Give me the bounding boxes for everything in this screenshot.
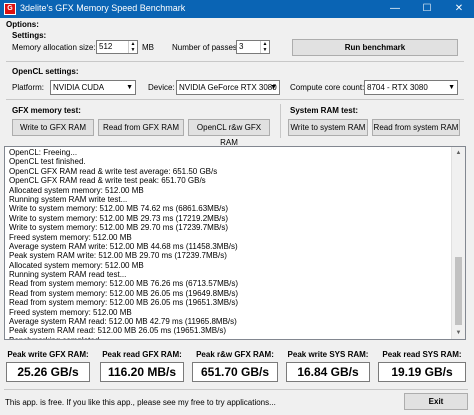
options-header: Options: — [6, 20, 39, 29]
log-line: Read from system memory: 512.00 MB 76.26… — [9, 279, 238, 289]
log-line: Allocated system memory: 512.00 MB — [9, 185, 144, 195]
peak-read-gfx-value: 116.20 MB/s — [100, 362, 184, 382]
log-line: Freed system memory: 512.00 MB — [9, 307, 132, 317]
divider — [6, 99, 464, 100]
opencl-rw-gfx-ram-button[interactable]: OpenCL r&w GFX RAM — [188, 119, 270, 147]
log-line: OpenCL GFX RAM read & write test average… — [9, 166, 218, 176]
log-line: Running system RAM write test... — [9, 194, 128, 204]
passes-label: Number of passes: — [172, 43, 240, 52]
exit-button[interactable]: Exit — [404, 393, 468, 410]
platform-label: Platform: — [12, 83, 45, 92]
log-line: Write to system memory: 512.00 MB 29.70 … — [9, 223, 229, 233]
compute-value: 8704 - RTX 3080 — [367, 83, 428, 92]
minimize-button[interactable]: — — [380, 0, 410, 18]
log-line: Average system RAM write: 512.00 MB 44.6… — [9, 241, 238, 251]
close-button[interactable]: ✕ — [444, 0, 474, 18]
log-lines: OpenCL: Freeing... OpenCL test finished. O… — [9, 148, 449, 339]
log-line: Average system RAM read: 512.00 MB 42.79… — [9, 317, 237, 327]
title-bar: G 3delite's GFX Memory Speed Benchmark —… — [0, 0, 474, 18]
alloc-spinner-icon[interactable]: ▲ ▼ — [128, 41, 137, 53]
compute-select[interactable]: 8704 - RTX 3080 ▼ — [364, 80, 458, 95]
read-system-ram-button[interactable]: Read from system RAM — [372, 119, 460, 136]
divider — [4, 389, 468, 390]
chevron-down-icon: ▼ — [270, 84, 277, 91]
passes-value: 3 — [239, 42, 244, 51]
divider — [6, 61, 464, 62]
peak-write-sys-value: 16.84 GB/s — [286, 362, 370, 382]
peak-rw-gfx-value: 651.70 GB/s — [192, 362, 278, 382]
write-gfx-ram-button[interactable]: Write to GFX RAM — [12, 119, 94, 136]
log-output[interactable]: OpenCL: Freeing... OpenCL test finished. O… — [4, 146, 466, 340]
platform-value: NVIDIA CUDA — [53, 83, 105, 92]
alloc-size-value: 512 — [99, 42, 113, 51]
alloc-label: Memory allocation size: — [12, 43, 96, 52]
read-gfx-ram-button[interactable]: Read from GFX RAM — [98, 119, 184, 136]
log-line: OpenCL GFX RAM read & write test peak: 6… — [9, 176, 206, 186]
scroll-down-icon[interactable]: ▼ — [452, 327, 465, 339]
settings-header: Settings: — [12, 31, 47, 40]
alloc-size-input[interactable]: 512 ▲ ▼ — [96, 40, 138, 54]
log-line: OpenCL: Freeing... — [9, 148, 78, 157]
log-line: Write to system memory: 512.00 MB 74.62 … — [9, 204, 229, 214]
peak-write-gfx-value: 25.26 GB/s — [6, 362, 90, 382]
log-line: Allocated system memory: 512.00 MB — [9, 260, 144, 270]
log-line: Read from system memory: 512.00 MB 26.05… — [9, 298, 238, 308]
app-icon: G — [4, 3, 16, 15]
log-line: Read from system memory: 512.00 MB 26.05… — [9, 288, 238, 298]
log-scrollbar[interactable]: ▲ ▼ — [451, 147, 465, 339]
alloc-unit: MB — [142, 43, 154, 52]
passes-spinner-icon[interactable]: ▲ ▼ — [260, 41, 269, 53]
compute-label: Compute core count: — [290, 83, 365, 92]
write-system-ram-button[interactable]: Write to system RAM — [288, 119, 368, 136]
log-line: Peak system RAM write: 512.00 MB 29.70 m… — [9, 251, 227, 261]
divider — [280, 104, 281, 138]
peak-rw-gfx-label: Peak r&w GFX RAM: — [196, 350, 274, 359]
log-line: Freed system memory: 512.00 MB — [9, 232, 132, 242]
maximize-button[interactable]: ☐ — [412, 0, 442, 18]
passes-input[interactable]: 3 ▲ ▼ — [236, 40, 270, 54]
scroll-thumb[interactable] — [455, 257, 462, 325]
run-benchmark-button[interactable]: Run benchmark — [292, 39, 458, 56]
log-line: Benchmarking completed. — [9, 336, 449, 339]
gfx-test-header: GFX memory test: — [12, 106, 81, 115]
device-value: NVIDIA GeForce RTX 3080 — [179, 83, 277, 92]
platform-select[interactable]: NVIDIA CUDA ▼ — [50, 80, 136, 95]
log-line: Running system RAM read test... — [9, 270, 127, 280]
scroll-up-icon[interactable]: ▲ — [452, 147, 465, 159]
sys-test-header: System RAM test: — [290, 106, 359, 115]
log-line: Write to system memory: 512.00 MB 29.73 … — [9, 213, 229, 223]
window-title: 3delite's GFX Memory Speed Benchmark — [20, 3, 186, 13]
status-text: This app. is free. If you like this app.… — [5, 398, 276, 407]
log-line: OpenCL test finished. — [9, 157, 86, 167]
opencl-header: OpenCL settings: — [12, 67, 79, 76]
device-label: Device: — [148, 83, 175, 92]
chevron-down-icon: ▼ — [126, 84, 133, 91]
peak-read-sys-label: Peak read SYS RAM: — [382, 350, 462, 359]
peak-write-gfx-label: Peak write GFX RAM: — [7, 350, 89, 359]
log-line: Peak system RAM read: 512.00 MB 26.05 ms… — [9, 326, 226, 336]
chevron-down-icon: ▼ — [448, 84, 455, 91]
peak-read-sys-value: 19.19 GB/s — [378, 362, 466, 382]
peak-write-sys-label: Peak write SYS RAM: — [287, 350, 369, 359]
peak-read-gfx-label: Peak read GFX RAM: — [102, 350, 182, 359]
device-select[interactable]: NVIDIA GeForce RTX 3080 ▼ — [176, 80, 280, 95]
